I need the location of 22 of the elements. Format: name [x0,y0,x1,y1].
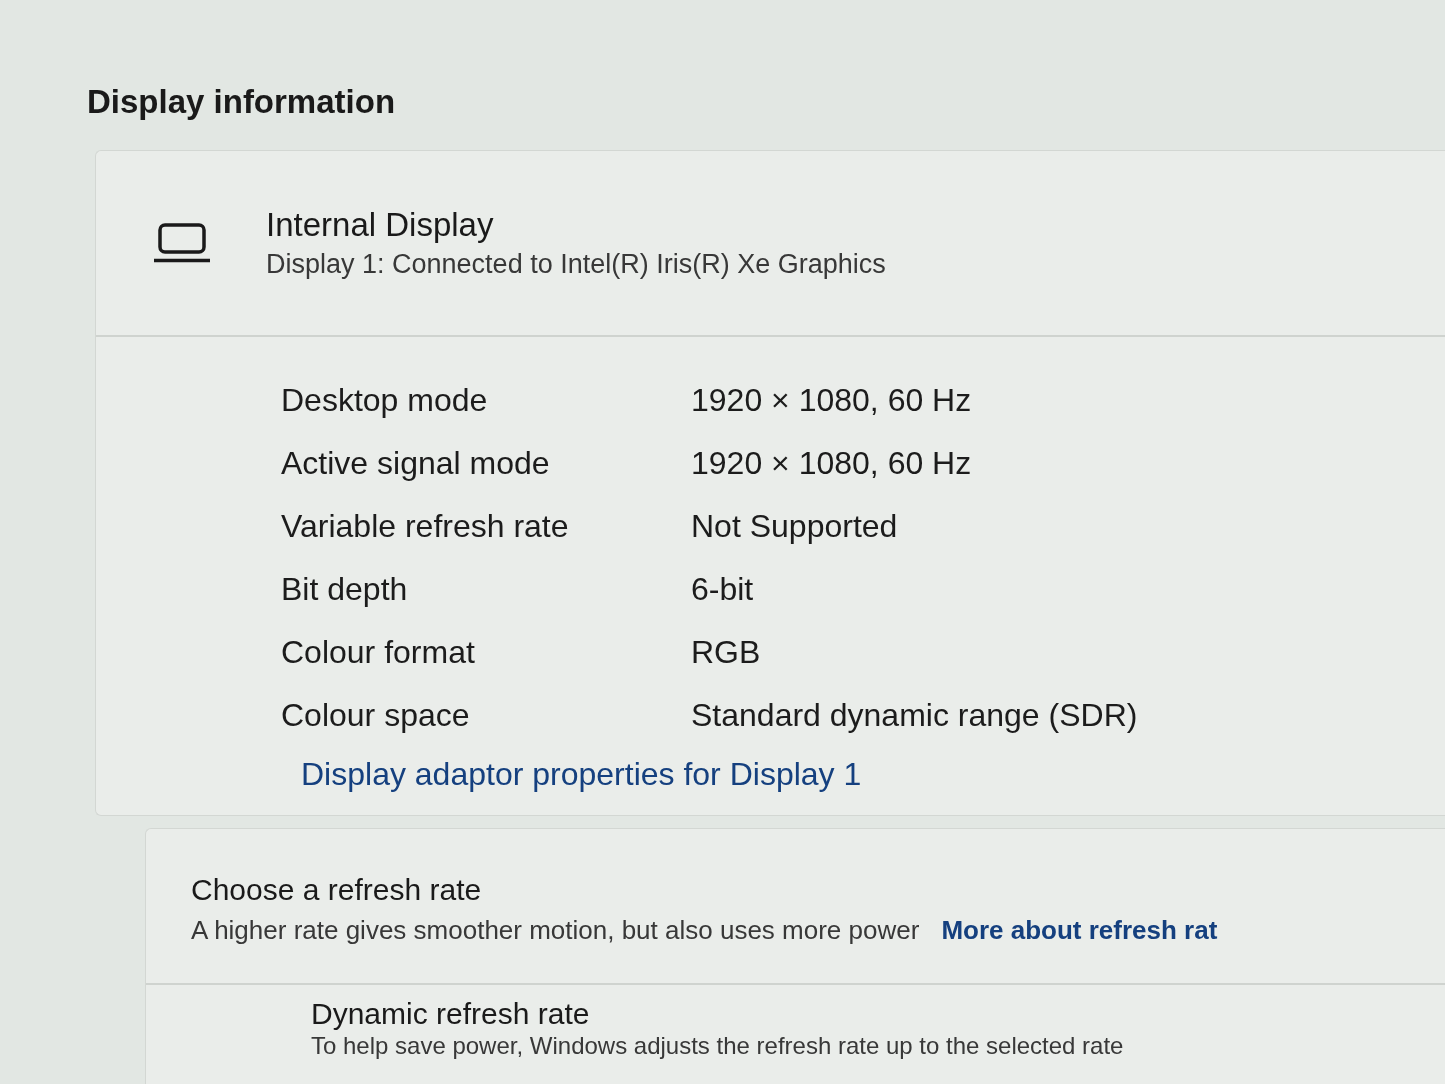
property-value: RGB [691,633,761,672]
display-name: Internal Display [266,205,494,245]
dynamic-refresh-title: Dynamic refresh rate [311,997,590,1031]
refresh-rate-help-link[interactable]: More about refresh rat [941,913,1218,947]
property-value: Not Supported [691,507,898,546]
dynamic-refresh-description: To help save power, Windows adjusts the refresh rate up to the selected rate [311,1031,1124,1061]
refresh-rate-description: A higher rate gives smoother motion, but also uses more power [191,914,920,947]
property-label: Colour format [281,633,475,672]
property-label: Colour space [281,696,470,735]
laptop-icon [154,223,210,263]
property-label: Bit depth [281,570,408,609]
refresh-rate-title: Choose a refresh rate [191,872,482,908]
property-label: Desktop mode [281,381,488,420]
property-value: 1920 × 1080, 60 Hz [691,444,972,483]
property-value: Standard dynamic range (SDR) [691,696,1138,735]
adaptor-properties-link[interactable]: Display adaptor properties for Display 1 [301,751,862,797]
property-value: 6-bit [691,570,754,609]
property-value: 1920 × 1080, 60 Hz [691,381,972,420]
property-label: Active signal mode [281,444,550,483]
section-heading: Display information [87,82,396,122]
display-connection: Display 1: Connected to Intel(R) Iris(R) Xe Graphics [266,248,886,281]
property-label: Variable refresh rate [281,507,569,546]
